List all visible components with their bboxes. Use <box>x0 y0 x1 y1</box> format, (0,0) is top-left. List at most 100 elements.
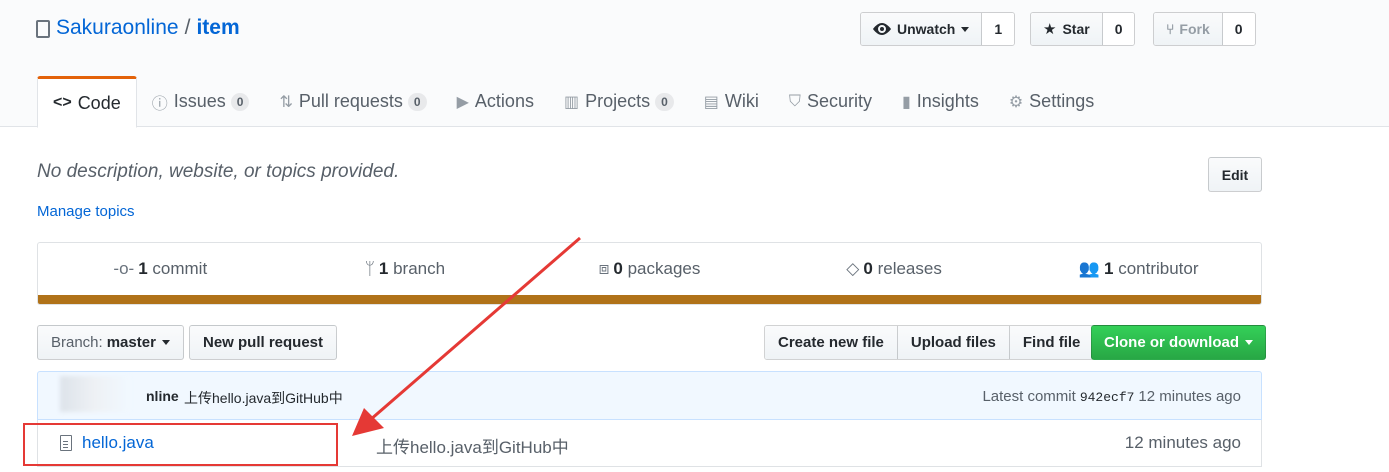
tag-icon: ◇ <box>846 259 860 278</box>
repo-owner-link[interactable]: Sakuraonline <box>56 16 179 40</box>
watchers-count[interactable]: 1 <box>982 13 1015 45</box>
commits-link[interactable]: -o- 1 commit <box>38 259 283 279</box>
manage-topics-link[interactable]: Manage topics <box>37 203 135 220</box>
contributors-link[interactable]: 👥 1 contributor <box>1016 259 1261 279</box>
tab-label: Insights <box>916 91 979 111</box>
tab-code[interactable]: <> Code <box>37 76 137 128</box>
clone-or-download-button[interactable]: Clone or download <box>1091 325 1266 360</box>
tab-counter: 0 <box>230 92 250 111</box>
numbers-summary: -o- 1 commit ᛘ1 branch ⧈ 0 packages ◇ 0 rel… <box>37 242 1262 305</box>
tab-issues[interactable]: ⓘ Issues 0 <box>137 76 265 127</box>
edit-button[interactable]: Edit <box>1208 157 1262 192</box>
language-bar[interactable] <box>38 295 1261 304</box>
watch-group: Unwatch 1 <box>860 12 1016 46</box>
project-icon: ▥ <box>563 93 580 111</box>
star-label: Star <box>1062 21 1090 37</box>
contributors-label: contributor <box>1118 259 1199 278</box>
tab-counter: 0 <box>407 92 427 111</box>
tab-actions[interactable]: ▶ Actions <box>442 76 549 127</box>
tab-security[interactable]: ⛉ Security <box>774 76 887 127</box>
create-new-file-button[interactable]: Create new file <box>765 326 898 359</box>
tab-label: Wiki <box>724 91 759 111</box>
tab-pull-requests[interactable]: ⇅ Pull requests 0 <box>264 76 441 127</box>
commit-sha-link[interactable]: 942ecf7 <box>1080 390 1135 405</box>
latest-commit-label: Latest commit <box>982 388 1076 405</box>
book-icon: ▤ <box>703 93 719 111</box>
shield-icon: ⛉ <box>788 92 801 110</box>
chevron-down-icon <box>161 340 170 345</box>
tab-label: Actions <box>474 91 534 111</box>
commit-age: 12 minutes ago <box>1138 388 1241 405</box>
chevron-down-icon <box>1245 340 1253 345</box>
package-icon: ⧈ <box>598 259 610 278</box>
branches-label: branch <box>393 259 446 278</box>
repo-header: Sakuraonline / item Unwatch 1 ★ Star 0 ⑂… <box>0 0 1389 128</box>
forks-count[interactable]: 0 <box>1222 13 1255 45</box>
tab-wiki[interactable]: ▤ Wiki <box>689 76 774 127</box>
find-file-button[interactable]: Find file <box>1009 326 1094 359</box>
tab-label: Pull requests <box>298 91 403 111</box>
file-actions: Create new file Upload files Find file <box>764 325 1095 360</box>
packages-label: packages <box>627 259 701 278</box>
star-group: ★ Star 0 <box>1030 12 1136 46</box>
fork-label: Fork <box>1179 21 1210 37</box>
file-commit-message[interactable]: 上传hello.java到GitHub中 <box>376 433 569 458</box>
tab-label: Projects <box>585 91 651 111</box>
code-icon: <> <box>53 94 72 111</box>
new-pull-request-button[interactable]: New pull request <box>189 325 338 360</box>
repo-description: No description, website, or topics provi… <box>37 161 400 182</box>
commits-label: commit <box>152 259 208 278</box>
commits-count: 1 <box>138 259 148 278</box>
branch-select-button[interactable]: Branch: master <box>37 325 184 360</box>
star-icon: ★ <box>1043 21 1057 38</box>
tab-projects[interactable]: ▥ Projects 0 <box>549 76 689 127</box>
branch-name: master <box>106 334 156 351</box>
new-pr-wrap: New pull request <box>189 325 338 360</box>
branch-select-wrap: Branch: master <box>37 325 184 360</box>
fork-button[interactable]: ⑂ Fork <box>1154 13 1223 45</box>
branch-icon: ᛘ <box>364 259 375 278</box>
contributors-count: 1 <box>1103 259 1114 278</box>
avatar[interactable] <box>60 376 130 412</box>
commit-tease: nline 上传hello.java到GitHub中 Latest commit… <box>37 371 1262 420</box>
annotation-highlight-box <box>23 423 338 466</box>
people-icon: 👥 <box>1078 259 1100 278</box>
tab-insights[interactable]: ▮ Insights <box>887 76 994 127</box>
repo-title: Sakuraonline / item <box>36 16 240 40</box>
repo-icon <box>36 20 50 38</box>
play-icon: ▶ <box>456 93 469 111</box>
gear-icon: ⚙ <box>1008 93 1024 111</box>
clone-label: Clone or download <box>1104 334 1239 351</box>
releases-label: releases <box>877 259 942 278</box>
fork-icon: ⑂ <box>1166 21 1175 37</box>
eye-icon <box>873 23 891 35</box>
repo-separator: / <box>184 16 191 39</box>
star-button[interactable]: ★ Star <box>1031 13 1103 45</box>
graph-icon: ▮ <box>901 93 911 111</box>
repo-name-link[interactable]: item <box>196 16 239 40</box>
tab-settings[interactable]: ⚙ Settings <box>994 76 1109 127</box>
commit-author[interactable]: nline <box>146 388 179 404</box>
chevron-down-icon <box>961 26 970 32</box>
releases-link[interactable]: ◇ 0 releases <box>772 259 1017 279</box>
fork-group: ⑂ Fork 0 <box>1153 12 1256 46</box>
branches-count: 1 <box>378 259 389 278</box>
upload-files-button[interactable]: Upload files <box>897 326 1010 359</box>
branches-link[interactable]: ᛘ1 branch <box>283 259 528 279</box>
tab-counter: 0 <box>655 92 674 111</box>
tab-label: Settings <box>1029 91 1095 111</box>
unwatch-label: Unwatch <box>897 21 956 37</box>
packages-count: 0 <box>613 259 623 278</box>
stars-count[interactable]: 0 <box>1102 13 1135 45</box>
branch-prefix: Branch: <box>51 334 103 351</box>
packages-link[interactable]: ⧈ 0 packages <box>527 259 772 279</box>
repo-nav: <> Code ⓘ Issues 0 ⇅ Pull requests 0 ▶ A… <box>37 76 1109 128</box>
tab-label: Security <box>806 91 872 111</box>
pull-request-icon: ⇅ <box>279 93 293 111</box>
unwatch-button[interactable]: Unwatch <box>861 13 983 45</box>
tab-label: Code <box>77 92 121 113</box>
file-age: 12 minutes ago <box>1124 433 1241 452</box>
commit-message[interactable]: 上传hello.java到GitHub中 <box>184 388 343 408</box>
commit-icon: -o- <box>113 259 135 278</box>
releases-count: 0 <box>863 259 873 278</box>
